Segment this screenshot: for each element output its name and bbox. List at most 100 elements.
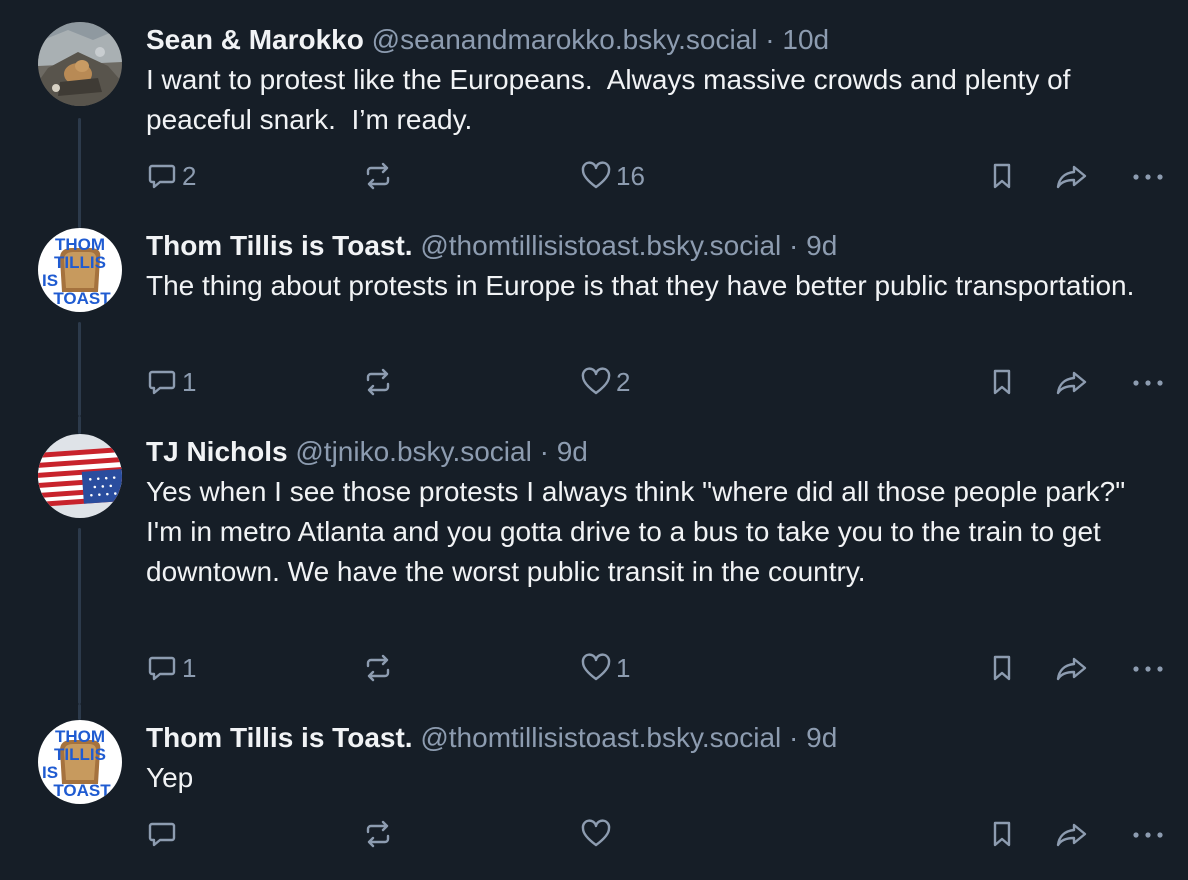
repost-arrows-icon [366,820,390,848]
heart-icon [581,653,611,681]
post-header: TJ Nichols @tjniko.bsky.social · 9d [146,434,1168,470]
thread-connector-line [78,208,81,228]
reply-count: 1 [182,366,197,397]
post-actions: 2 16 [146,156,1168,196]
author-display-name[interactable]: Thom Tillis is Toast. [146,230,413,261]
author-display-name[interactable]: Thom Tillis is Toast. [146,722,413,753]
repost-button[interactable] [362,156,398,196]
repost-button[interactable] [362,648,398,688]
post-content: Thom Tillis is Toast. @thomtillisistoast… [146,228,1168,306]
header-separator: · [765,24,775,55]
header-separator: · [789,230,799,261]
post-actions [146,814,1168,854]
author-display-name[interactable]: Sean & Marokko [146,24,364,55]
more-options-button[interactable] [1128,648,1168,688]
avatar[interactable]: THOM TILLIS IS TOAST [38,720,122,804]
author-handle[interactable]: @tjniko.bsky.social [295,436,531,467]
thread-connector-line [78,704,81,720]
more-options-button[interactable] [1128,156,1168,196]
post-content: TJ Nichols @tjniko.bsky.social · 9d Yes … [146,434,1168,592]
repost-button[interactable] [362,362,398,402]
post-text: Yes when I see those protests I always t… [146,476,1133,587]
share-arrow-icon [1056,165,1087,189]
logo-line-1: THOM [55,727,105,746]
bookmark-button[interactable] [986,362,1018,402]
repost-arrows-icon [366,162,390,190]
post-thread: Sean & Marokko @seanandmarokko.bsky.soci… [0,0,1188,880]
bookmark-icon [993,821,1011,847]
post-timestamp[interactable]: 10d [782,24,829,55]
avatar-photo [38,22,122,106]
post-actions: 1 1 [146,648,1168,688]
repost-button[interactable] [362,814,398,854]
author-display-name[interactable]: TJ Nichols [146,436,288,467]
author-handle[interactable]: @thomtillisistoast.bsky.social [420,230,781,261]
reply-button[interactable]: 1 [146,362,196,402]
share-button[interactable] [1054,814,1090,854]
avatar[interactable]: THOM TILLIS IS TOAST [38,228,122,312]
ellipsis-icon [1133,380,1163,386]
post-header: Thom Tillis is Toast. @thomtillisistoast… [146,720,1168,756]
share-arrow-icon [1056,371,1087,395]
post-content: Thom Tillis is Toast. @thomtillisistoast… [146,720,1168,798]
avatar-toast-logo: THOM TILLIS IS TOAST [38,720,122,804]
logo-line-1: THOM [55,235,105,254]
like-button[interactable] [580,814,616,854]
speech-bubble-icon [148,656,176,681]
header-separator: · [539,436,549,467]
heart-icon [581,161,611,189]
heart-icon [581,367,611,395]
avatar[interactable] [38,434,122,518]
post-text: The thing about protests in Europe is th… [146,270,1135,301]
reply-button[interactable]: 1 [146,648,196,688]
avatar-toast-logo: THOM TILLIS IS TOAST [38,228,122,312]
speech-bubble-icon [148,370,176,395]
post[interactable]: THOM TILLIS IS TOAST Thom Tillis is Toas… [0,208,1188,416]
logo-line-4: TOAST [53,289,111,308]
author-handle[interactable]: @seanandmarokko.bsky.social [372,24,758,55]
avatar[interactable] [38,22,122,106]
like-count: 2 [616,366,631,397]
reply-count: 1 [182,652,197,683]
repost-arrows-icon [366,368,390,396]
share-button[interactable] [1054,156,1090,196]
post[interactable]: THOM TILLIS IS TOAST Thom Tillis is Toas… [0,704,1188,880]
post-timestamp[interactable]: 9d [806,230,837,261]
post-timestamp[interactable]: 9d [557,436,588,467]
header-separator: · [789,722,799,753]
logo-line-4: TOAST [53,781,111,800]
thread-connector-line [78,322,81,416]
speech-bubble-icon [148,164,176,189]
reply-button[interactable] [146,814,182,854]
more-options-button[interactable] [1128,814,1168,854]
thread-connector-line [78,528,81,704]
reply-count: 2 [182,160,197,191]
post[interactable]: TJ Nichols @tjniko.bsky.social · 9d Yes … [0,416,1188,704]
post-content: Sean & Marokko @seanandmarokko.bsky.soci… [146,22,1168,140]
post-text: I want to protest like the Europeans. Al… [146,64,1079,135]
heart-icon [581,819,611,847]
repost-arrows-icon [366,654,390,682]
post-header: Sean & Marokko @seanandmarokko.bsky.soci… [146,22,1168,58]
post[interactable]: Sean & Marokko @seanandmarokko.bsky.soci… [0,0,1188,216]
post-timestamp[interactable]: 9d [806,722,837,753]
reply-button[interactable]: 2 [146,156,196,196]
speech-bubble-icon [148,822,176,847]
share-button[interactable] [1054,362,1090,402]
ellipsis-icon [1133,666,1163,672]
like-button[interactable]: 16 [580,156,645,196]
bookmark-icon [993,655,1011,681]
bookmark-button[interactable] [986,156,1018,196]
bookmark-button[interactable] [986,648,1018,688]
ellipsis-icon [1133,174,1163,180]
more-options-button[interactable] [1128,362,1168,402]
author-handle[interactable]: @thomtillisistoast.bsky.social [420,722,781,753]
post-header: Thom Tillis is Toast. @thomtillisistoast… [146,228,1168,264]
share-button[interactable] [1054,648,1090,688]
logo-line-2: TILLIS [54,745,106,764]
like-button[interactable]: 1 [580,648,630,688]
bookmark-icon [993,369,1011,395]
bookmark-button[interactable] [986,814,1018,854]
like-button[interactable]: 2 [580,362,630,402]
share-arrow-icon [1056,657,1087,681]
